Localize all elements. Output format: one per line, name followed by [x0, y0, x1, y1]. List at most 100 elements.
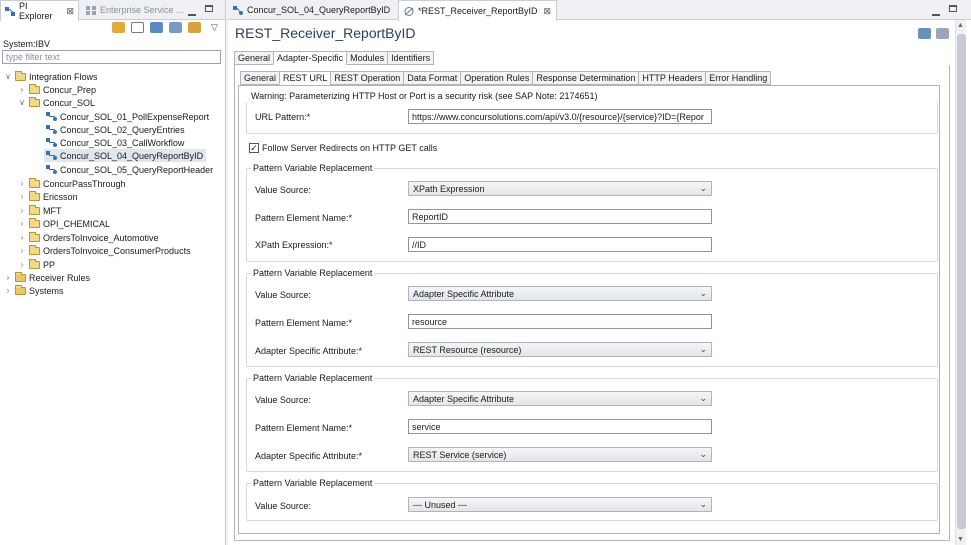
xpath-input[interactable]	[408, 237, 712, 252]
value-source-select-4[interactable]: --- Unused --- ⌄	[408, 497, 712, 512]
chevron-down-icon: ⌄	[699, 288, 707, 298]
tab-error-handling[interactable]: Error Handling	[705, 71, 772, 85]
chevron-right-icon[interactable]: ›	[18, 85, 26, 94]
select-value: REST Resource (resource)	[413, 344, 522, 355]
chevron-down-icon[interactable]: ∨	[4, 72, 12, 81]
chevron-right-icon[interactable]: ›	[18, 246, 26, 255]
main-tab-row: General Adapter-Specific Modules Identif…	[234, 51, 435, 65]
chevron-down-icon: ⌄	[699, 344, 707, 354]
chevron-down-icon[interactable]: ∨	[18, 98, 26, 107]
tab-adapter-specific[interactable]: Adapter-Specific	[273, 51, 347, 65]
tree-node-mft[interactable]: › MFT	[18, 204, 62, 217]
tab-sub-general[interactable]: General	[240, 71, 280, 85]
tab-pi-explorer[interactable]: PI Explorer ⊠	[0, 0, 79, 21]
tab-response-determination[interactable]: Response Determination	[532, 71, 639, 85]
sort-icon[interactable]	[169, 22, 182, 33]
minimize-icon[interactable]	[932, 8, 940, 19]
pattern-element-input-2[interactable]	[408, 314, 712, 329]
tab-operation-rules[interactable]: Operation Rules	[460, 71, 533, 85]
chevron-right-icon[interactable]: ›	[18, 192, 26, 201]
tree-node-concur-sol[interactable]: ∨ Concur_SOL	[18, 96, 95, 109]
tree-node-orders-consumer[interactable]: › OrdersToInvoice_ConsumerProducts	[18, 244, 191, 257]
value-source-select-3[interactable]: Adapter Specific Attribute ⌄	[408, 391, 712, 406]
adapter-attribute-label: Adapter Specific Attribute:*	[255, 451, 363, 461]
follow-redirects-checkbox[interactable]: ✓	[249, 143, 259, 153]
tab-query-report-by-id[interactable]: Concur_SOL_04_QueryReportByID	[228, 0, 395, 20]
sub-tab-row: General REST URL REST Operation Data For…	[240, 71, 772, 85]
scroll-up-icon[interactable]: ▲	[957, 22, 964, 29]
adapter-attribute-select-3[interactable]: REST Service (service) ⌄	[408, 447, 712, 462]
tree-node-concur-passthrough[interactable]: › ConcurPassThrough	[18, 177, 126, 190]
tree-node-label: Ericsson	[43, 191, 78, 202]
sync-icon[interactable]	[112, 22, 125, 33]
maximize-icon[interactable]	[205, 4, 213, 15]
tree-node-opi-chemical[interactable]: › OPI_CHEMICAL	[18, 217, 110, 230]
view-menu-chevron-icon[interactable]: ▽	[211, 22, 218, 33]
tree-node-label: ConcurPassThrough	[43, 178, 126, 189]
tree-node-label: Receiver Rules	[29, 272, 91, 283]
tree-node-label: Concur_SOL_01_PollExpenseReport	[60, 111, 210, 122]
editor-tab-label: *REST_Receiver_ReportByID	[418, 6, 538, 16]
group-title: Pattern Variable Replacement	[251, 163, 375, 173]
scroll-down-icon[interactable]: ▼	[957, 536, 964, 543]
tree-node-label: Concur_SOL_02_QueryEntries	[60, 124, 185, 135]
integration-flow-icon	[46, 112, 57, 121]
tree-node-flow-01[interactable]: Concur_SOL_01_PollExpenseReport	[46, 110, 209, 123]
folder-icon	[29, 83, 40, 94]
collapse-all-icon[interactable]	[131, 22, 144, 33]
save-icon[interactable]	[936, 28, 949, 39]
maximize-icon[interactable]	[949, 4, 957, 15]
chevron-right-icon[interactable]: ›	[18, 233, 26, 242]
tree-node-label: Systems	[29, 285, 64, 296]
tree-node-flow-05[interactable]: Concur_SOL_05_QueryReportHeader	[46, 163, 213, 176]
tree-node-systems[interactable]: › Systems	[4, 284, 64, 297]
scrollbar-thumb[interactable]	[957, 34, 966, 529]
chevron-right-icon[interactable]: ›	[4, 273, 12, 282]
tree-node-flow-03[interactable]: Concur_SOL_03_CallWorkflow	[46, 136, 184, 149]
refresh-icon[interactable]	[188, 22, 201, 33]
tab-rest-receiver[interactable]: *REST_Receiver_ReportByID ⊠	[398, 0, 558, 21]
tab-identifiers[interactable]: Identifiers	[387, 51, 435, 65]
value-source-select-1[interactable]: XPath Expression ⌄	[408, 181, 712, 196]
chevron-right-icon[interactable]: ›	[18, 179, 26, 188]
tab-rest-url[interactable]: REST URL	[279, 71, 331, 85]
close-icon[interactable]: ⊠	[66, 6, 74, 17]
tree-node-orders-automotive[interactable]: › OrdersToInvoice_Automotive	[18, 231, 159, 244]
chevron-right-icon[interactable]: ›	[4, 286, 12, 295]
adapter-attribute-label: Adapter Specific Attribute:*	[255, 346, 363, 356]
pattern-element-input-1[interactable]	[408, 209, 712, 224]
url-pattern-input[interactable]	[408, 109, 712, 124]
tab-data-format[interactable]: Data Format	[403, 71, 461, 85]
tab-rest-operation[interactable]: REST Operation	[330, 71, 404, 85]
tab-enterprise-service[interactable]: Enterprise Service ...	[82, 0, 188, 20]
chevron-right-icon[interactable]: ›	[18, 206, 26, 215]
tree-node-receiver-rules[interactable]: › Receiver Rules	[4, 271, 90, 284]
tree-node-pp[interactable]: › PP	[18, 258, 55, 271]
tree-node-integration-flows[interactable]: ∨ Integration Flows	[4, 70, 98, 83]
close-icon[interactable]: ⊠	[544, 6, 552, 17]
tab-modules[interactable]: Modules	[346, 51, 388, 65]
pattern-element-label: Pattern Element Name:*	[255, 318, 353, 328]
minimize-icon[interactable]	[188, 8, 196, 19]
left-tab-bar: PI Explorer ⊠ Enterprise Service ...	[0, 0, 225, 21]
tree-node-ericsson[interactable]: › Ericsson	[18, 190, 78, 203]
value-source-label: Value Source:	[255, 501, 311, 511]
pattern-element-label: Pattern Element Name:*	[255, 423, 353, 433]
tree-node-flow-04[interactable]: Concur_SOL_04_QueryReportByID	[44, 149, 207, 162]
link-editor-icon[interactable]	[150, 22, 163, 33]
adapter-attribute-select-2[interactable]: REST Resource (resource) ⌄	[408, 342, 712, 357]
filter-input[interactable]	[2, 50, 221, 64]
tree-node-label: Concur_Prep	[43, 84, 97, 95]
pattern-element-input-3[interactable]	[408, 419, 712, 434]
tab-general[interactable]: General	[234, 51, 274, 65]
chevron-down-icon: ⌄	[699, 183, 707, 193]
value-source-select-2[interactable]: Adapter Specific Attribute ⌄	[408, 286, 712, 301]
tree-node-concur-prep[interactable]: › Concur_Prep	[18, 83, 96, 96]
chevron-right-icon[interactable]: ›	[18, 260, 26, 269]
vertical-scrollbar[interactable]: ▲ ▼	[955, 20, 966, 545]
switch-mode-icon[interactable]	[918, 28, 931, 39]
tab-http-headers[interactable]: HTTP Headers	[638, 71, 706, 85]
chevron-down-icon: ⌄	[699, 499, 707, 509]
tree-node-flow-02[interactable]: Concur_SOL_02_QueryEntries	[46, 123, 185, 136]
chevron-right-icon[interactable]: ›	[18, 219, 26, 228]
